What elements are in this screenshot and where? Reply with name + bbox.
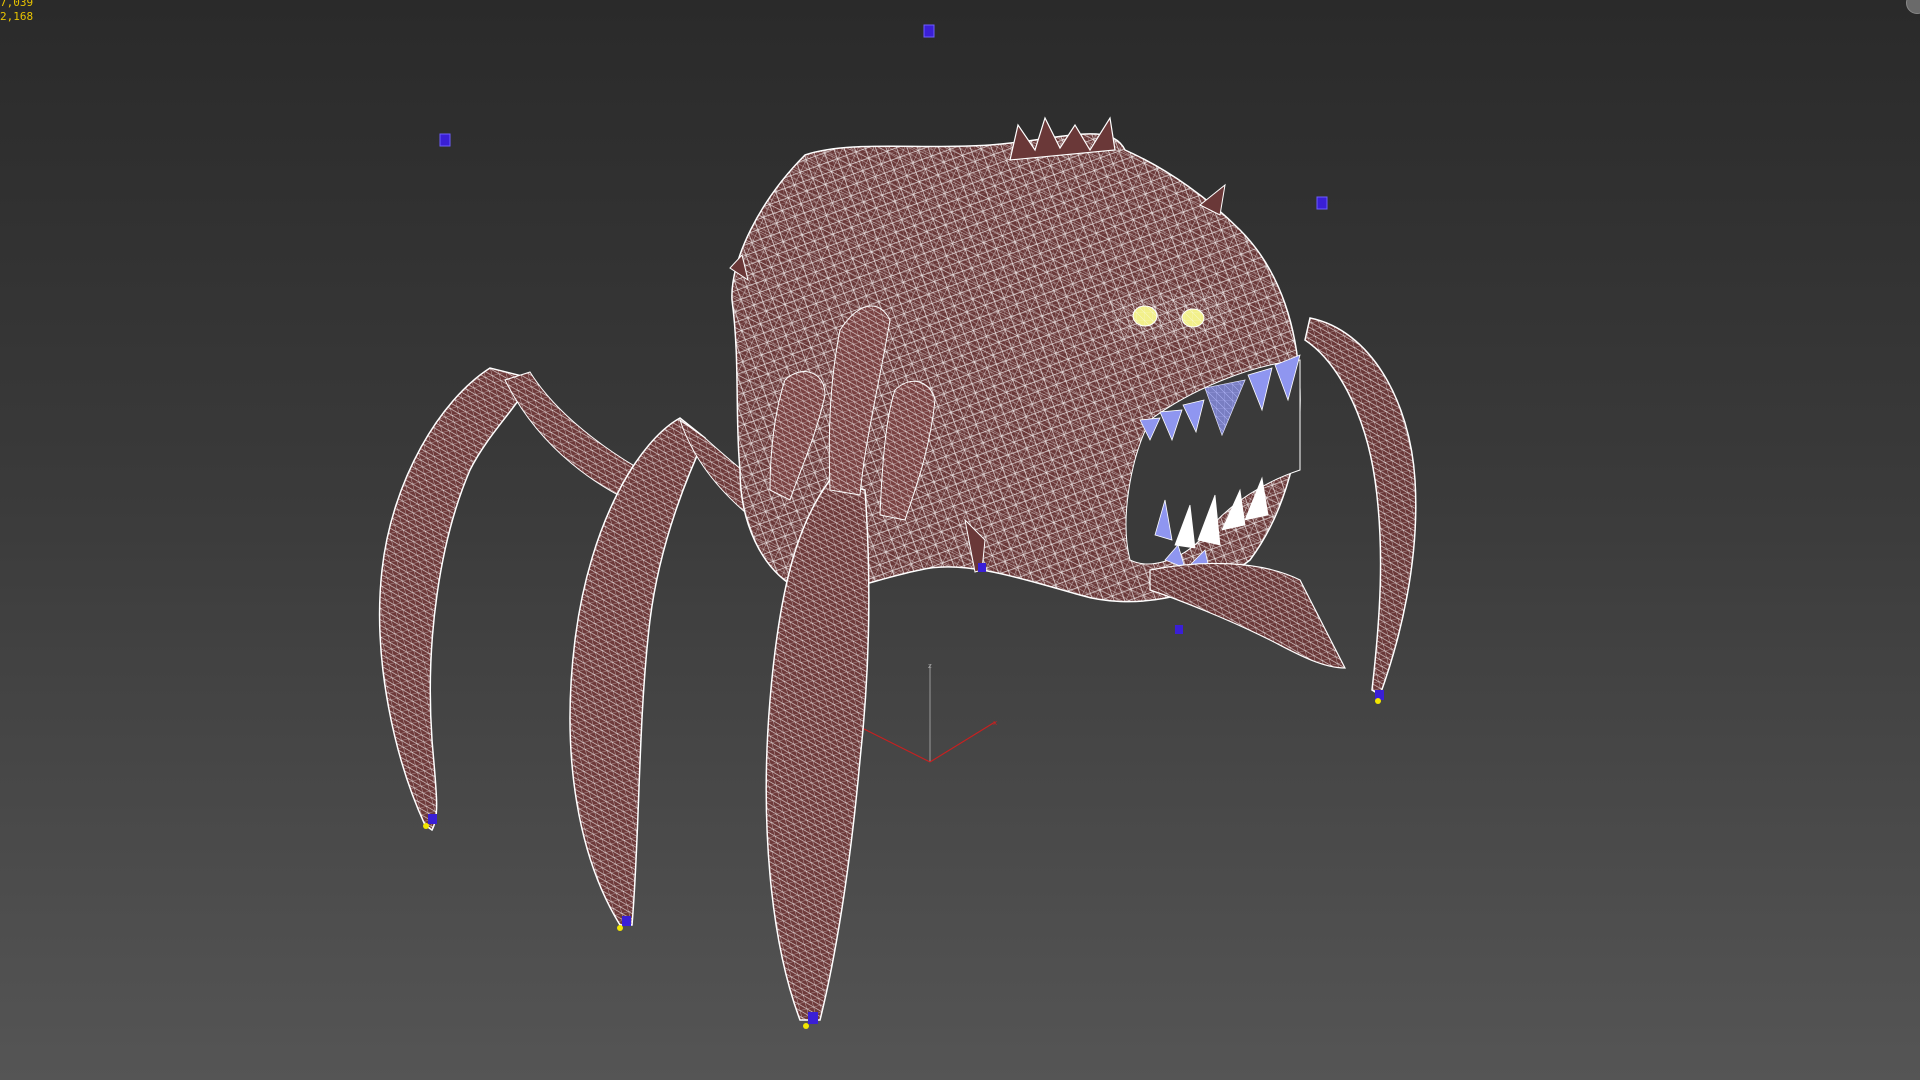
3d-viewport[interactable]: 7,039 2,168 z x [0, 0, 1920, 1080]
gizmo-x-label: x [993, 719, 997, 727]
stat-line-polys: 7,039 [0, 0, 34, 9]
transform-gizmo-icon[interactable]: z x [861, 662, 997, 763]
creature-mesh[interactable] [378, 116, 1417, 1021]
viewport-statistics: 7,039 2,168 [0, 0, 33, 24]
gizmo-z-label: z [928, 662, 932, 670]
helper-marker[interactable] [923, 24, 935, 38]
helper-pivot[interactable] [1375, 698, 1381, 704]
helper-marker[interactable] [1175, 625, 1183, 634]
helper-marker[interactable] [808, 1012, 818, 1024]
helper-pivot[interactable] [803, 1023, 809, 1029]
helper-pivot[interactable] [423, 823, 429, 829]
helper-marker[interactable] [978, 563, 986, 572]
helper-pivot[interactable] [617, 925, 623, 931]
helper-marker[interactable] [622, 916, 631, 926]
scene-canvas[interactable]: z x [0, 0, 1920, 1080]
stat-line-verts: 2,168 [0, 10, 34, 23]
helper-marker[interactable] [439, 133, 451, 147]
helper-marker[interactable] [428, 814, 437, 824]
helper-marker[interactable] [1316, 196, 1328, 210]
